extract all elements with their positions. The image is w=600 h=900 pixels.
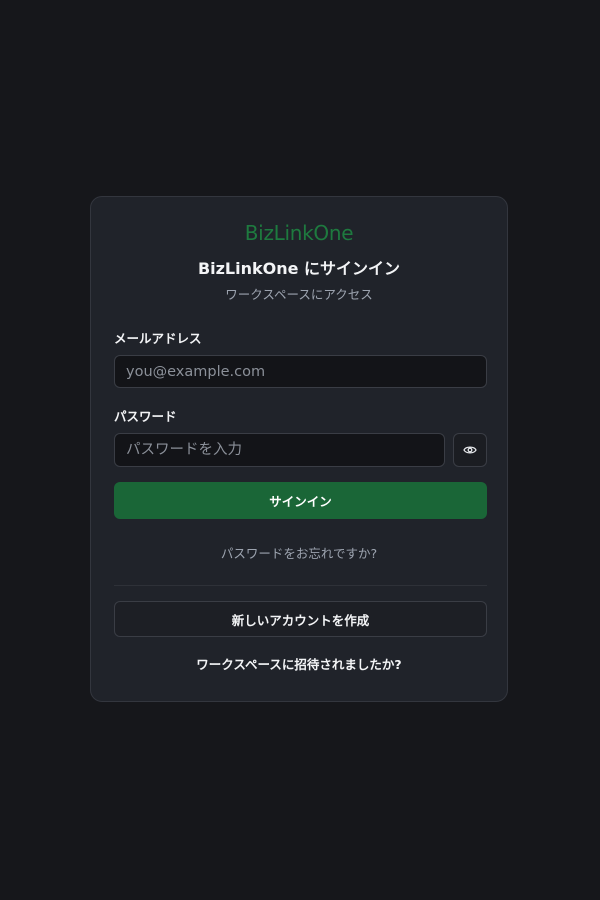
show-password-button[interactable] [453,433,487,467]
invite-link[interactable]: ワークスペースに招待されましたか? [91,654,507,673]
create-account-button[interactable]: 新しいアカウントを作成 [114,601,487,637]
password-label: パスワード [114,409,177,424]
page-subtitle: ワークスペースにアクセス [225,287,373,302]
forgot-password-link[interactable]: パスワードをお忘れですか? [91,543,507,562]
divider [114,585,487,586]
email-input[interactable] [114,355,487,388]
email-label: メールアドレス [114,331,202,346]
brand-logo: BizLinkOne [244,221,354,245]
eye-icon [463,446,477,454]
page-title: BizLinkOne にサインイン [197,259,401,278]
signin-card: BizLinkOne BizLinkOne にサインイン ワークスペースにアクセ… [90,196,508,702]
signin-button[interactable]: サインイン [114,482,487,519]
password-input[interactable] [114,433,445,467]
